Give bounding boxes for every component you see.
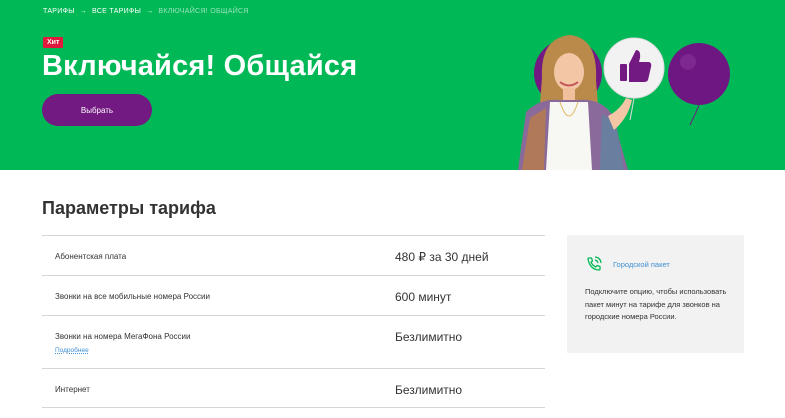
table-row: Интернет Безлимитно xyxy=(42,368,545,408)
hero-illustration xyxy=(518,35,730,170)
params-table: Абонентская плата 480 ₽ за 30 дней Звонк… xyxy=(42,235,545,408)
table-row: Звонки на все мобильные номера России 60… xyxy=(42,275,545,315)
breadcrumb-item-current: ВКЛЮЧАЙСЯ! ОБЩАЙСЯ xyxy=(158,8,249,15)
row-value: Безлимитно xyxy=(395,330,463,344)
phone-call-icon xyxy=(587,256,602,271)
purple-balloon-right xyxy=(668,43,730,105)
breadcrumb: ТАРИФЫ → ВСЕ ТАРИФЫ → ВКЛЮЧАЙСЯ! ОБЩАЙСЯ xyxy=(43,8,249,15)
table-row: Абонентская плата 480 ₽ за 30 дней xyxy=(42,235,545,275)
city-package-link[interactable]: Городской пакет xyxy=(613,260,670,269)
hero-banner: ТАРИФЫ → ВСЕ ТАРИФЫ → ВКЛЮЧАЙСЯ! ОБЩАЙСЯ… xyxy=(0,0,785,170)
hit-badge: Хит xyxy=(43,37,64,48)
shirt xyxy=(546,102,592,170)
page-title: Включайся! Общайся xyxy=(42,50,358,82)
row-label: Звонки на все мобильные номера России xyxy=(55,292,210,301)
breadcrumb-item-all-tariffs[interactable]: ВСЕ ТАРИФЫ xyxy=(92,8,141,15)
section-title: Параметры тарифа xyxy=(42,198,216,218)
breadcrumb-separator: → xyxy=(79,8,88,15)
table-row: Звонки на номера МегаФона России Подробн… xyxy=(42,315,545,368)
breadcrumb-item-tariffs[interactable]: ТАРИФЫ xyxy=(43,8,75,15)
row-value: Безлимитно xyxy=(395,383,463,397)
row-label: Звонки на номера МегаФона России xyxy=(55,332,191,341)
city-package-description: Подключите опцию, чтобы использовать пак… xyxy=(585,287,727,321)
row-value: 480 ₽ за 30 дней xyxy=(395,250,489,264)
details-link[interactable]: Подробнее xyxy=(55,347,89,354)
row-label: Абонентская плата xyxy=(55,252,127,261)
breadcrumb-separator: → xyxy=(146,8,154,15)
row-value: 600 минут xyxy=(395,290,452,304)
choose-button[interactable]: Выбрать xyxy=(42,94,152,126)
row-label: Интернет xyxy=(55,385,90,394)
city-package-card: Городской пакет Подключите опцию, чтобы … xyxy=(567,235,744,353)
